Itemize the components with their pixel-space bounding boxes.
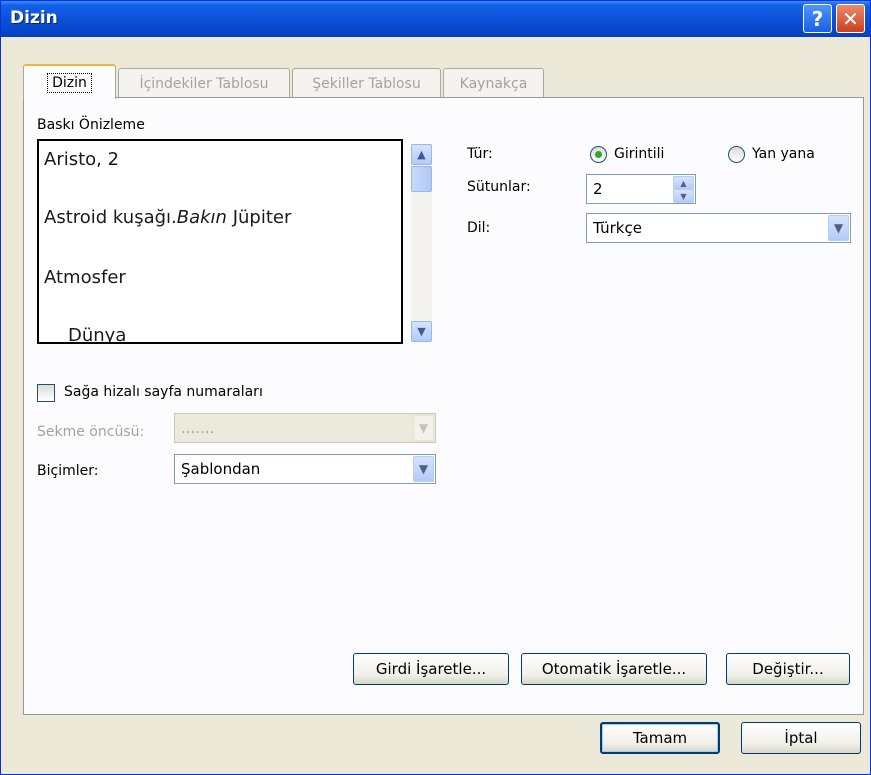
preview-line-text: Jüpiter (226, 207, 292, 228)
tab-label: İçindekiler Tablosu (139, 75, 269, 92)
tab-leader-value: ....... (181, 419, 215, 437)
scroll-down-button[interactable]: ▼ (411, 321, 432, 342)
formats-value: Şablondan (181, 460, 261, 478)
chevron-up-icon: ▲ (680, 178, 687, 188)
tab-leader-select: ....... ▼ (174, 413, 436, 443)
right-align-page-numbers-label[interactable]: Sağa hizalı sayfa numaraları (64, 384, 263, 400)
stepper-up-button[interactable]: ▲ (673, 176, 694, 190)
mark-entry-button[interactable]: Girdi İşaretle... (353, 653, 509, 685)
scroll-thumb[interactable] (411, 166, 432, 192)
dialog-title: Dizin (10, 8, 58, 28)
language-value: Türkçe (593, 219, 642, 237)
right-align-page-numbers-checkbox[interactable] (37, 384, 55, 402)
tab-dizin[interactable]: Dizin (23, 64, 116, 99)
preview-line: Aristo, 2 (44, 149, 120, 170)
radio-girintili[interactable] (590, 146, 607, 163)
columns-value: 2 (593, 180, 603, 198)
tab-label: Kaynakça (459, 75, 528, 92)
print-preview-box: Aristo, 2 Astroid kuşağı.Bakın Jüpiter A… (37, 139, 403, 344)
sekme-label: Sekme öncüsü: (37, 424, 145, 440)
preview-line: Atmosfer (44, 267, 126, 288)
preview-line: Astroid kuşağı.Bakın Jüpiter (44, 207, 291, 228)
dil-label: Dil: (467, 220, 491, 236)
tab-icindekiler-tablosu[interactable]: İçindekiler Tablosu (118, 68, 290, 98)
sutunlar-label: Sütunlar: (467, 179, 531, 195)
dropdown-button: ▼ (413, 415, 434, 441)
chevron-up-icon: ▲ (417, 148, 426, 161)
tur-label: Tür: (467, 146, 493, 162)
modify-button[interactable]: Değiştir... (726, 653, 850, 685)
chevron-down-icon: ▼ (418, 462, 429, 476)
columns-stepper[interactable]: 2 ▲ ▼ (586, 174, 696, 204)
automark-button[interactable]: Otomatik İşaretle... (521, 653, 707, 685)
chevron-down-icon: ▼ (680, 191, 687, 201)
preview-label: Baskı Önizleme (37, 117, 145, 133)
close-button[interactable]: ✕ (836, 4, 865, 33)
chevron-down-icon: ▼ (417, 325, 426, 338)
scroll-up-button[interactable]: ▲ (411, 144, 432, 165)
dropdown-button[interactable]: ▼ (413, 456, 434, 482)
preview-scrollbar[interactable]: ▲ ▼ (411, 144, 432, 342)
bicimler-label: Biçimler: (37, 463, 99, 479)
chevron-down-icon: ▼ (418, 421, 429, 435)
chevron-down-icon: ▼ (833, 221, 844, 235)
help-icon: ? (811, 6, 824, 31)
formats-select[interactable]: Şablondan ▼ (174, 454, 436, 484)
help-button[interactable]: ? (803, 4, 832, 33)
radio-yan-yana[interactable] (728, 146, 745, 163)
dropdown-button[interactable]: ▼ (828, 215, 849, 241)
tab-kaynakca[interactable]: Kaynakça (443, 68, 544, 98)
language-select[interactable]: Türkçe ▼ (586, 213, 851, 243)
stepper-down-button[interactable]: ▼ (673, 189, 694, 203)
index-dialog: Dizin ? ✕ Dizin İçindekiler Tablosu Şeki… (0, 0, 871, 775)
cancel-button[interactable]: İptal (741, 722, 861, 754)
ok-button[interactable]: Tamam (600, 722, 720, 754)
close-icon: ✕ (842, 6, 859, 31)
tab-label: Şekiller Tablosu (312, 75, 421, 92)
radio-yan-yana-label[interactable]: Yan yana (752, 146, 815, 162)
title-bar[interactable]: Dizin ? ✕ (1, 1, 870, 37)
preview-line: Dünya (68, 325, 127, 344)
tab-label: Dizin (47, 72, 92, 93)
preview-line-italic: Bakın (176, 207, 227, 228)
radio-girintili-label[interactable]: Girintili (614, 146, 664, 162)
preview-line-text: Astroid kuşağı. (44, 207, 177, 228)
tab-sekiller-tablosu[interactable]: Şekiller Tablosu (292, 68, 441, 98)
